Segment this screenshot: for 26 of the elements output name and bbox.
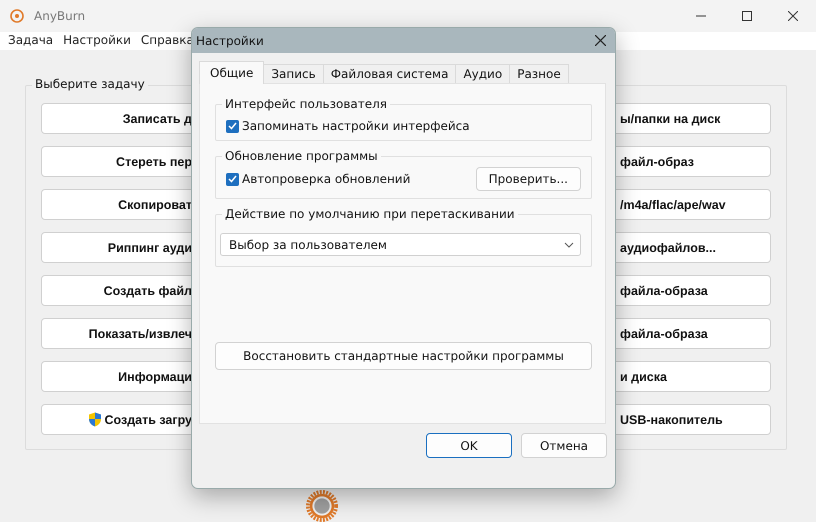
tab[interactable]: Разное	[509, 64, 569, 83]
dialog-button[interactable]: OK	[426, 433, 512, 458]
group-title: Выберите задачу	[32, 77, 148, 91]
checkbox-label[interactable]: Автопроверка обновлений	[242, 172, 410, 186]
close-icon	[788, 11, 798, 21]
dropdown[interactable]: Выбор за пользователем	[220, 233, 581, 256]
tab[interactable]: Общие	[199, 61, 264, 84]
group-title: Обновление программы	[222, 149, 381, 163]
window-title: AnyBurn	[34, 9, 86, 23]
tab[interactable]: Аудио	[455, 64, 510, 83]
checkbox[interactable]	[226, 120, 239, 132]
group-title: Интерфейс пользователя	[222, 97, 390, 111]
reset-button[interactable]: Восстановить стандартные настройки программы	[215, 342, 592, 370]
check-button[interactable]: Проверить...	[476, 167, 581, 191]
dialog-title: Настройки	[196, 34, 264, 48]
shield-icon	[88, 412, 102, 427]
chevron-down-icon	[564, 242, 574, 248]
checkbox[interactable]	[226, 172, 239, 186]
dialog-button[interactable]: Отмена	[521, 433, 607, 458]
disc-icon	[10, 9, 24, 23]
menu-item[interactable]: Задача	[4, 32, 60, 50]
group-title: Действие по умолчанию при перетаскивании	[222, 207, 518, 221]
close-icon	[594, 35, 606, 46]
checkbox-label[interactable]: Запоминать настройки интерфейса	[242, 119, 470, 133]
menu-item[interactable]: Настройки	[59, 32, 137, 50]
maximize-icon	[742, 11, 752, 21]
